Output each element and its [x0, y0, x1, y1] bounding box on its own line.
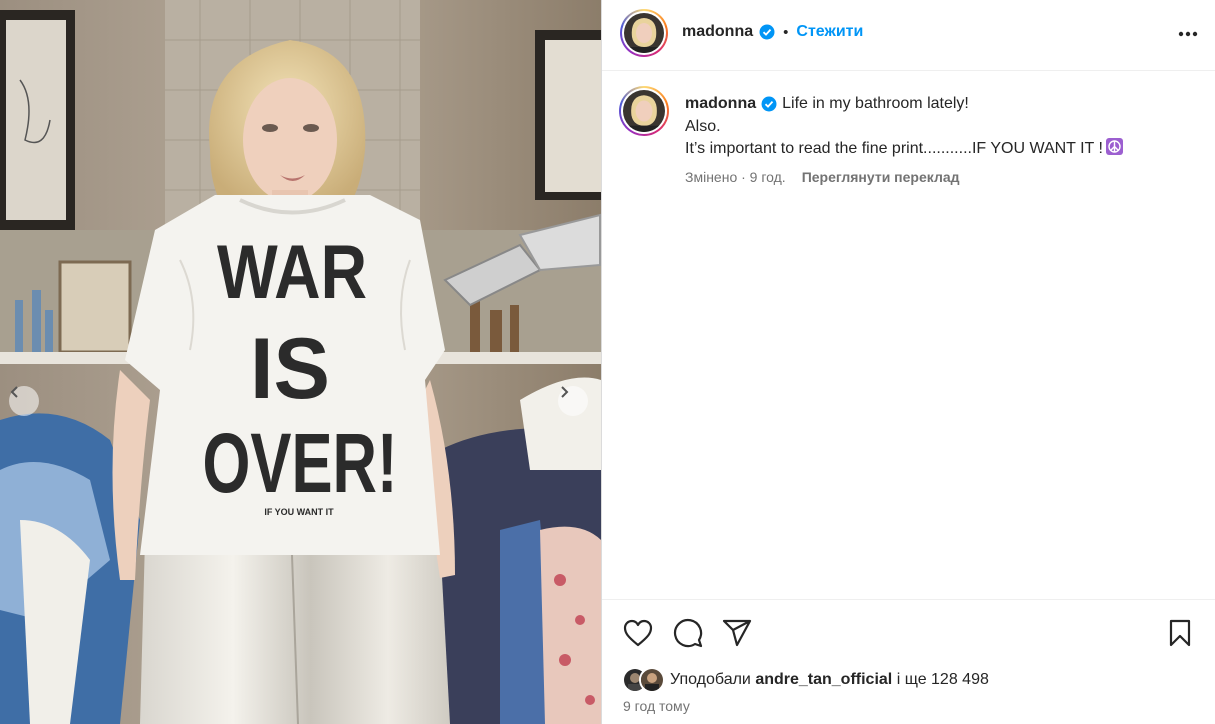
post-photo[interactable]: WAR IS OVER! IF YOU WANT IT [0, 0, 601, 724]
save-button[interactable] [1164, 617, 1196, 649]
caption-line-3-wrap: It’s important to read the fine print...… [685, 138, 1195, 161]
post-header: madonna • Стежити [602, 0, 1215, 71]
caption-line-3: It’s important to read the fine print...… [685, 140, 1103, 157]
liker-avatar [639, 667, 665, 693]
caption-line-2: Also. [685, 117, 721, 135]
more-options-icon [1178, 31, 1198, 37]
avatar-image [624, 13, 664, 53]
verified-icon [759, 24, 775, 40]
share-button[interactable] [721, 617, 753, 649]
peace-emoji-icon [1105, 138, 1123, 155]
shirt-text-war: WAR [217, 230, 367, 315]
see-translation-link[interactable]: Переглянути переклад [802, 169, 960, 185]
caption-meta: Змінено · 9 год. Переглянути переклад [685, 169, 960, 185]
header-separator: • [783, 23, 789, 41]
photo-illustration: WAR IS OVER! IF YOU WANT IT [0, 0, 601, 724]
chevron-left-icon [10, 386, 18, 398]
carousel-next-button[interactable] [558, 386, 588, 416]
like-button[interactable] [622, 617, 654, 649]
caption-line-1: Life in my bathroom lately! [782, 95, 969, 112]
author-username[interactable]: madonna [682, 23, 753, 41]
verified-icon [761, 96, 777, 112]
comment-button[interactable] [672, 617, 704, 649]
author-avatar[interactable] [620, 9, 668, 57]
edited-timestamp: Змінено · 9 год. [685, 169, 786, 185]
carousel-prev-button[interactable] [9, 386, 39, 416]
post-timestamp[interactable]: 9 год тому [623, 698, 690, 714]
caption-text: madonna Life in my bathroom lately! Also… [685, 93, 1195, 161]
shirt-text-small: IF YOU WANT IT [264, 507, 334, 517]
shirt-text-over: OVER! [203, 416, 398, 510]
caption-author-username[interactable]: madonna [685, 93, 756, 116]
post-actions: Уподобали andre_tan_official і ще 128 49… [602, 599, 1215, 723]
follow-button[interactable]: Стежити [796, 23, 863, 41]
instagram-post: WAR IS OVER! IF YOU WANT IT madonna • Ст… [0, 0, 1215, 724]
avatar-image [623, 90, 665, 132]
heart-icon [623, 619, 653, 647]
post-side-panel: madonna • Стежити madonna Life in my bat… [601, 0, 1215, 724]
comment-icon [674, 619, 703, 648]
more-options-button[interactable] [1175, 22, 1201, 46]
share-icon [722, 619, 752, 647]
chevron-right-icon [561, 386, 569, 398]
caption-author-avatar[interactable] [619, 86, 669, 136]
likes-count[interactable]: і ще 128 498 [897, 671, 989, 688]
likes-prefix: Уподобали [670, 671, 751, 688]
shirt-text-is: IS [250, 321, 330, 417]
bookmark-icon [1169, 619, 1191, 647]
likes-summary[interactable]: Уподобали andre_tan_official і ще 128 49… [622, 667, 989, 693]
likes-username[interactable]: andre_tan_official [755, 671, 892, 688]
